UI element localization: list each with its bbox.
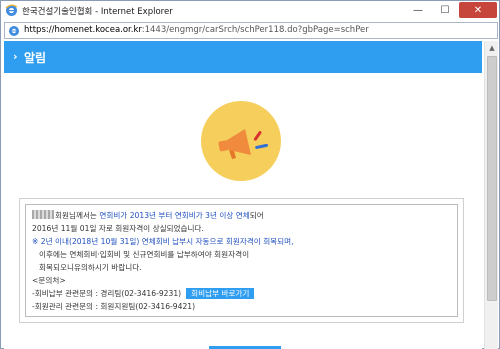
page-content: › 알림 회원님께서는 연회비가 2013년 부터 연회비가 3년 이상 연체되… [4,41,482,349]
notice-line: ※ 2년 이내(2018년 10월 31일) 연체회비 납부시 자동으로 회원자… [32,237,294,246]
notice-text-segment: 되어 [249,211,264,220]
scroll-up-icon[interactable]: ▲ [485,41,499,55]
maximize-button[interactable]: ☐ [432,2,458,18]
notice-panel: 회원님께서는 연회비가 2013년 부터 연회비가 3년 이상 연체되어 201… [19,198,464,323]
address-bar[interactable]: https://homenet.kocea.or.kr:1443/engmgr/… [4,22,498,39]
chevron-right-icon: › [13,50,18,63]
notice-line: -회비납부 관련문의 : 경리팀(02-3416-9231) 회비납부 바로가기 [32,287,451,300]
url-host: https://homenet.kocea.or.kr [24,25,142,35]
notice-line: 이후에는 연체회비·입회비 및 신규연회비를 납부하여야 회원자격이 [39,250,250,259]
ie-icon [5,4,18,16]
browser-window: 한국건설기술인협회 - Internet Explorer — ☐ ✕ http… [0,0,500,349]
notice-text-segment: 회원님께서는 [55,211,100,220]
popup-title: 알림 [24,51,47,65]
contact-billing: -회비납부 관련문의 : 경리팀(02-3416-9231) [32,289,182,298]
pay-dues-button[interactable]: 회비납부 바로가기 [186,288,255,299]
notice-text: 회원님께서는 연회비가 2013년 부터 연회비가 3년 이상 연체되어 201… [25,204,458,317]
notice-line: 2016년 11월 01일 자로 회원자격이 상실되었습니다. [32,224,204,233]
notice-line: <문의처> [32,276,66,285]
notice-line: 회원님께서는 연회비가 2013년 부터 연회비가 3년 이상 연체되어 [32,209,451,222]
popup-header: › 알림 [4,41,482,73]
title-bar: 한국건설기술인협회 - Internet Explorer — ☐ ✕ [1,1,499,21]
minimize-button[interactable]: — [405,2,431,18]
window-title: 한국건설기술인협회 - Internet Explorer [22,7,173,17]
url-path: :1443/engmgr/carSrch/schPer118.do?gbPage… [141,25,369,35]
notice-line: 회복되오니유의하시기 바랍니다. [39,263,142,272]
megaphone-icon [218,129,268,159]
masked-name [32,210,54,219]
scroll-thumb[interactable] [487,56,497,301]
megaphone-badge [201,101,281,181]
ie-page-icon [9,26,19,36]
vertical-scrollbar[interactable]: ▲ [484,41,498,349]
address-url: https://homenet.kocea.or.kr:1443/engmgr/… [24,25,369,35]
notice-highlight: 연회비가 2013년 부터 연회비가 3년 이상 연체 [99,211,250,220]
notice-line: -회원관리 관련문의 : 회원지원팀(02-3416-9421) [32,302,196,311]
close-button[interactable]: ✕ [459,2,497,18]
